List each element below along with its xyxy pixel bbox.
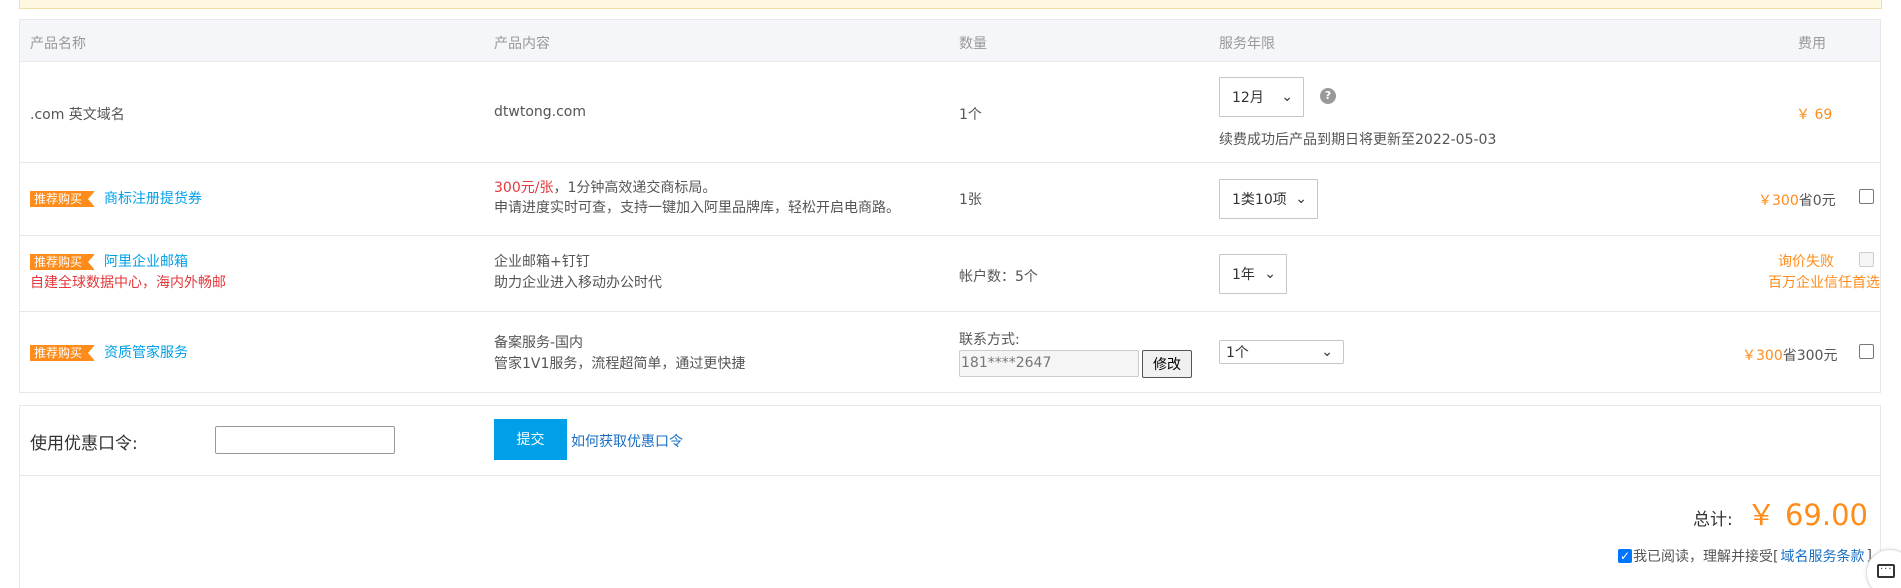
total-label: 总计:: [1693, 510, 1733, 530]
product-name-cell: 推荐购买 资质管家服务: [30, 342, 188, 362]
content-line-2: 管家1V1服务，流程超简单，通过更快捷: [494, 356, 746, 372]
product-content: 300元/张，1分钟高效递交商标局。 申请进度实时可查，支持一键加入阿里品牌库，…: [494, 178, 900, 218]
total-value: ￥ 69.00: [1746, 498, 1868, 532]
recommend-badge: 推荐购买: [30, 254, 96, 270]
product-quantity: 帐户数：5个: [959, 269, 1038, 285]
product-subtitle: 自建全球数据中心，海内外畅邮: [30, 275, 226, 291]
product-content: 备案服务-国内 管家1V1服务，流程超简单，通过更快捷: [494, 333, 745, 375]
product-name-cell: 推荐购买 商标注册提货券: [30, 188, 202, 208]
product-fee: 询价失败 百万企业信任首选: [1720, 252, 1880, 294]
contact-phone-field: 181****2647: [959, 350, 1139, 377]
content-line-1: 备案服务-国内: [494, 335, 584, 351]
chevron-down-icon: ⌄: [1321, 344, 1333, 360]
product-fee: ￥300省0元: [1758, 190, 1836, 210]
chevron-down-icon: ⌄: [1264, 266, 1276, 282]
header-product-name: 产品名称: [30, 36, 86, 52]
header-product-content: 产品内容: [494, 36, 550, 52]
contact-label: 联系方式:: [959, 332, 1020, 348]
fee-inquiry-failed: 询价失败: [1778, 254, 1834, 270]
table-row-domain: .com 英文域名 dtwtong.com 1个 12月 ⌄ ? 续费成功后产品…: [20, 62, 1880, 163]
chat-dots: ···: [1880, 564, 1893, 575]
table-header: 产品名称 产品内容 数量 服务年限 费用: [20, 20, 1880, 62]
product-name-link[interactable]: 阿里企业邮箱: [104, 254, 188, 270]
product-name: .com 英文域名: [30, 107, 125, 123]
agree-text: 我已阅读，理解并接受[: [1633, 549, 1779, 565]
period-select[interactable]: 1年 ⌄: [1219, 254, 1287, 294]
fee-save: 省0元: [1798, 193, 1836, 209]
renew-note: 续费成功后产品到期日将更新至2022-05-03: [1219, 132, 1497, 148]
header-quantity: 数量: [959, 36, 987, 52]
select-checkbox[interactable]: [1859, 189, 1874, 204]
total-row: 总计: ￥ 69.00: [1693, 492, 1868, 534]
header-fee: 费用: [1798, 36, 1826, 52]
class-select[interactable]: 1类10项 ⌄: [1219, 179, 1318, 219]
chevron-down-icon: ⌄: [1281, 89, 1293, 105]
select-checkbox: [1859, 252, 1874, 267]
fee-price: ￥300: [1758, 193, 1799, 209]
content-line-1: 企业邮箱+钉钉: [494, 254, 590, 270]
period-select-value: 1年: [1232, 267, 1255, 283]
notice-bar: [19, 0, 1882, 9]
chevron-down-icon: ⌄: [1295, 191, 1307, 207]
count-select[interactable]: 1个 ⌄: [1219, 340, 1344, 364]
product-content: dtwtong.com: [494, 104, 586, 120]
table-row-mail: 推荐购买 阿里企业邮箱 自建全球数据中心，海内外畅邮 企业邮箱+钉钉 助力企业进入…: [20, 236, 1880, 312]
header-service-period: 服务年限: [1219, 36, 1275, 52]
agree-checkbox[interactable]: ✓: [1618, 549, 1633, 563]
coupon-label: 使用优惠口令:: [30, 434, 138, 454]
product-name-link[interactable]: 资质管家服务: [104, 345, 188, 361]
fee-slogan: 百万企业信任首选: [1768, 275, 1880, 291]
product-content: 企业邮箱+钉钉 助力企业进入移动办公时代: [494, 252, 662, 294]
order-table: 产品名称 产品内容 数量 服务年限 费用 .com 英文域名 dtwtong.c…: [19, 19, 1881, 393]
count-select-value: 1个: [1226, 345, 1249, 361]
modify-button[interactable]: 修改: [1142, 350, 1192, 378]
coupon-input[interactable]: [215, 426, 395, 454]
order-summary: 总计: ￥ 69.00 ✓ 我已阅读，理解并接受[ 域名服务条款 ]: [19, 475, 1881, 588]
submit-button[interactable]: 提交: [494, 419, 567, 460]
price-highlight: 300元/张: [494, 180, 554, 196]
service-terms-link[interactable]: 域名服务条款: [1781, 546, 1865, 566]
product-quantity: 1张: [959, 192, 982, 208]
fee-price: ￥300: [1742, 348, 1783, 364]
recommend-badge: 推荐购买: [30, 345, 96, 361]
content-line-2: 助力企业进入移动办公时代: [494, 275, 662, 291]
product-quantity: 1个: [959, 107, 982, 123]
content-line-2: 申请进度实时可查，支持一键加入阿里品牌库，轻松开启电商路。: [494, 200, 900, 216]
table-row-qualification: 推荐购买 资质管家服务 备案服务-国内 管家1V1服务，流程超简单，通过更快捷 联…: [20, 312, 1880, 392]
period-select-value: 12月: [1232, 90, 1264, 106]
coupon-section: 使用优惠口令: 提交 如何获取优惠口令: [19, 405, 1881, 476]
recommend-badge: 推荐购买: [30, 191, 96, 207]
product-name-cell: 推荐购买 阿里企业邮箱 自建全球数据中心，海内外畅邮: [30, 252, 226, 294]
how-to-get-coupon-link[interactable]: 如何获取优惠口令: [571, 431, 683, 451]
content-line-1: ，1分钟高效递交商标局。: [553, 180, 717, 196]
class-select-value: 1类10项: [1232, 192, 1287, 208]
product-fee: ￥ 69: [1796, 107, 1833, 123]
fee-save: 省300元: [1782, 348, 1838, 364]
product-name-link[interactable]: 商标注册提货券: [104, 191, 202, 207]
question-circle-icon[interactable]: ?: [1320, 88, 1336, 104]
period-select[interactable]: 12月 ⌄: [1219, 77, 1304, 117]
agreement-row: ✓ 我已阅读，理解并接受[ 域名服务条款 ]: [1618, 546, 1872, 566]
product-fee: ￥300省300元: [1742, 345, 1837, 365]
select-checkbox[interactable]: [1859, 344, 1874, 359]
table-row-trademark: 推荐购买 商标注册提货券 300元/张，1分钟高效递交商标局。 申请进度实时可查，…: [20, 163, 1880, 236]
